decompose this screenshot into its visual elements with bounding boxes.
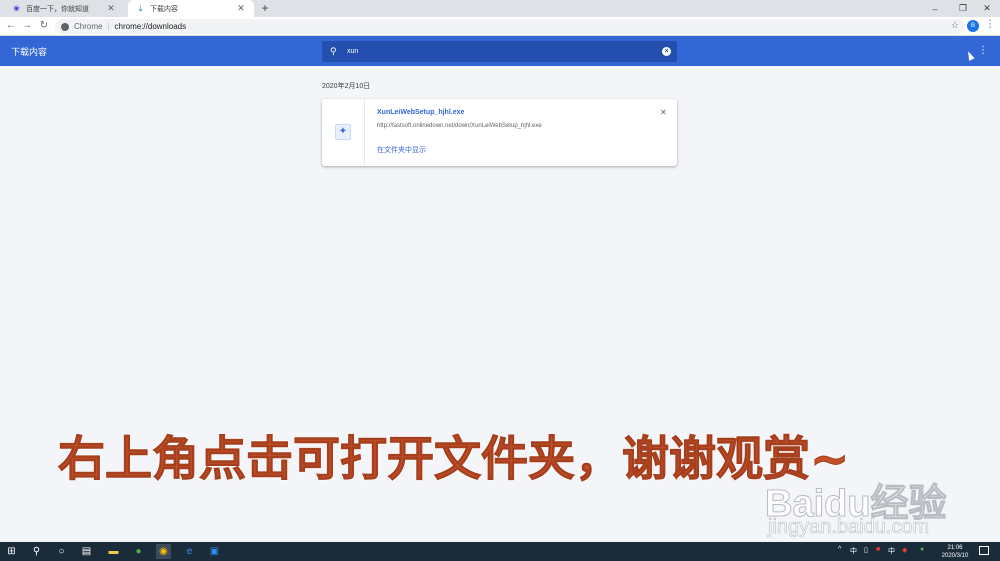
baidu-paw-icon: ❀ — [13, 4, 20, 13]
download-icon: ⤓ — [138, 3, 143, 13]
omnibox-divider: | — [107, 22, 110, 31]
tray-status-icon[interactable]: ● — [920, 546, 924, 553]
tray-language-indicator[interactable]: 中 — [888, 546, 895, 556]
tray-input-indicator[interactable]: 中 — [850, 546, 857, 556]
file-name-link[interactable]: XunLeiWebSetup_hjhl.exe — [377, 109, 464, 116]
close-window-button[interactable]: ✕ — [974, 0, 1000, 17]
tab-label: 百度一下，你就知道 — [26, 5, 89, 13]
tab-downloads[interactable]: ⤓ 下载内容 ✕ — [128, 0, 254, 17]
tutorial-caption: 右上角点击可打开文件夹，谢谢观赏~ — [57, 432, 850, 488]
clear-search-icon[interactable]: × — [662, 47, 671, 56]
windows-taskbar: ⊞ ⚲ ○ ▤ ▬ ● ◉ e ▣ ^ 中 ▯ ■ 中 ◆ ● 21:06 20… — [0, 542, 1000, 561]
app-green-icon[interactable]: ● — [131, 544, 146, 559]
chrome-taskbar-icon[interactable]: ◉ — [156, 544, 171, 559]
network-icon[interactable]: ▯ — [864, 546, 868, 554]
thunder-bird-icon: ✦ — [335, 124, 351, 140]
security-app-icon[interactable]: ■ — [876, 546, 880, 553]
source-url[interactable]: http://fastsoft.onlinedown.net/down/XunL… — [377, 123, 542, 129]
downloads-header: 下载内容 ⚲ xun × ⋮ — [0, 36, 1000, 66]
browser-toolbar: ← → ↻ Chrome | chrome://downloads ☆ — [0, 17, 1000, 36]
windows-start-icon[interactable]: ⊞ — [4, 544, 19, 559]
tab-baidu[interactable]: ❀ 百度一下，你就知道 ✕ — [4, 0, 124, 17]
tab-strip: ❀ 百度一下，你就知道 ✕ ⤓ 下载内容 ✕ + – ❐ ✕ — [0, 0, 1000, 17]
file-icon-column: ✦ — [322, 99, 365, 166]
tray-app-icon[interactable]: ◆ — [902, 546, 907, 554]
show-in-folder-link[interactable]: 在文件夹中显示 — [377, 145, 426, 155]
app-blue-icon[interactable]: ▣ — [207, 544, 222, 559]
search-value[interactable]: xun — [347, 48, 662, 55]
download-item-card: ✦ XunLeiWebSetup_hjhl.exe http://fastsof… — [322, 99, 677, 166]
search-icon: ⚲ — [330, 46, 337, 56]
watermark-url: jingyan.baidu.com — [768, 516, 930, 539]
page-title: 下载内容 — [11, 47, 48, 57]
clock-date: 2020/3/10 — [941, 553, 969, 559]
address-bar[interactable]: Chrome | chrome://downloads ☆ — [55, 19, 965, 34]
edge-icon[interactable]: e — [182, 544, 197, 559]
url-text: chrome://downloads — [114, 22, 187, 31]
browser-menu-icon[interactable]: ⋮ — [985, 19, 995, 30]
cortana-circle-icon[interactable]: ○ — [54, 544, 69, 559]
forward-arrow-icon[interactable]: → — [20, 19, 34, 33]
notification-center-icon[interactable] — [979, 546, 989, 555]
file-explorer-icon[interactable]: ▬ — [106, 544, 121, 559]
bookmark-star-icon[interactable]: ☆ — [951, 20, 959, 31]
new-tab-button[interactable]: + — [258, 2, 272, 16]
clock-time: 21:06 — [947, 545, 963, 551]
back-arrow-icon[interactable]: ← — [4, 19, 18, 33]
tab-close-icon[interactable]: ✕ — [236, 3, 246, 14]
restore-button[interactable]: ❐ — [950, 0, 976, 17]
date-group-label: 2020年2月10日 — [322, 83, 371, 90]
profile-avatar[interactable]: B — [967, 20, 979, 32]
tab-close-icon[interactable]: ✕ — [106, 3, 116, 14]
tray-expand-icon[interactable]: ^ — [838, 546, 841, 553]
search-input[interactable]: ⚲ xun × — [322, 41, 677, 62]
remove-item-icon[interactable]: ✕ — [660, 108, 667, 117]
site-info-icon[interactable] — [61, 22, 69, 31]
more-actions-icon[interactable]: ⋮ — [978, 45, 988, 56]
scheme-label: Chrome — [74, 22, 103, 31]
reload-icon[interactable]: ↻ — [37, 19, 51, 33]
task-view-icon[interactable]: ▤ — [79, 544, 94, 559]
minimize-button[interactable]: – — [922, 0, 948, 17]
system-clock[interactable]: 21:06 2020/3/10 — [940, 544, 970, 560]
search-icon[interactable]: ⚲ — [29, 544, 44, 559]
tab-label: 下载内容 — [150, 5, 178, 13]
